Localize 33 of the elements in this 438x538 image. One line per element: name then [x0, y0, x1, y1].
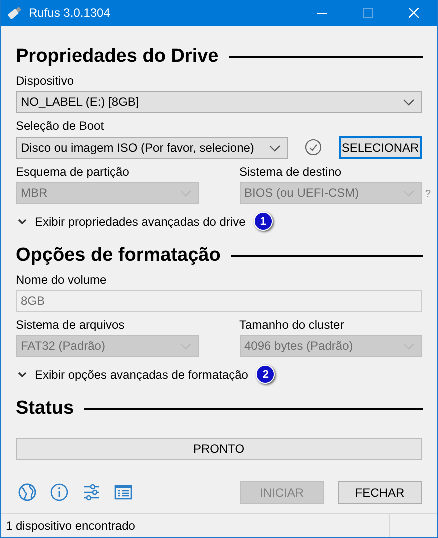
window-title: Rufus 3.0.1304	[29, 6, 112, 20]
status-text: 1 dispositivo encontrado	[1, 514, 390, 537]
number-badge: 2	[256, 365, 276, 384]
action-button[interactable]: FECHAR	[338, 481, 422, 504]
settings-icon[interactable]	[82, 483, 101, 502]
field-label: Esquema de partição	[16, 165, 130, 179]
number-badge: 1	[254, 212, 273, 231]
section-heading: Status	[16, 398, 74, 420]
expander-toggle[interactable]: Exibir propriedades avançadas do drive	[16, 214, 246, 228]
expander-toggle[interactable]: Exibir opções avançadas de formatação	[16, 368, 248, 382]
dropdown[interactable]: Disco ou imagem ISO (Por favor, selecione)	[16, 136, 288, 158]
close-icon	[409, 8, 419, 18]
section-heading: Opções de formatação	[16, 245, 221, 267]
chevron-down-icon	[403, 98, 415, 106]
field-label: Sistema de destino	[240, 165, 342, 179]
chevron-down-icon	[269, 144, 281, 152]
progress-bar: PRONTO	[16, 438, 422, 460]
field-label: Nome do volume	[16, 273, 107, 287]
field-label: Seleção de Boot	[16, 119, 104, 133]
field-label: Tamanho do cluster	[240, 318, 344, 332]
maximize-icon	[363, 8, 373, 18]
log-icon[interactable]	[114, 483, 133, 502]
chevron-down-icon	[18, 218, 27, 224]
info-icon[interactable]	[50, 483, 69, 502]
usb-drive-icon	[7, 5, 23, 21]
dropdown[interactable]: NO_LABEL (E:) [8GB]	[16, 91, 422, 113]
select-button[interactable]: SELECIONAR	[339, 136, 422, 159]
help-mark: ?	[425, 189, 431, 200]
section-heading: Propriedades do Drive	[16, 46, 219, 68]
globe-icon[interactable]	[18, 483, 37, 502]
field-label: Sistema de arquivos	[16, 318, 125, 332]
field-label: Dispositivo	[16, 74, 74, 88]
chevron-down-icon	[18, 372, 27, 378]
